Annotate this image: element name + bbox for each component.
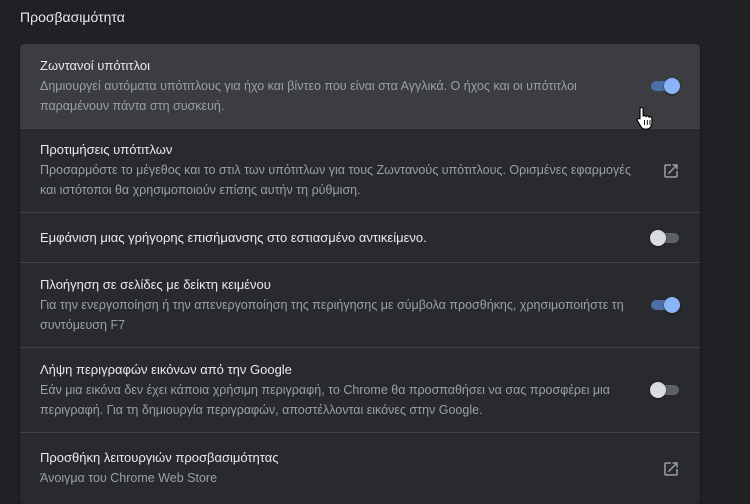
focus-highlight-toggle[interactable] xyxy=(650,229,680,246)
row-image-descriptions[interactable]: Λήψη περιγραφών εικόνων από την Google Ε… xyxy=(20,347,700,432)
toggle-knob xyxy=(664,297,680,313)
toggle-knob xyxy=(650,229,666,246)
live-caption-toggle[interactable] xyxy=(650,78,680,94)
row-title: Προσθήκη λειτουργιών προσβασιμότητας xyxy=(40,450,279,465)
row-focus-highlight[interactable]: Εμφάνιση μιας γρήγορης επισήμανσης στο ε… xyxy=(20,212,700,262)
open-in-new-icon[interactable] xyxy=(662,460,680,478)
accessibility-settings-card: Ζωντανοί υπότιτλοι Δημιουργεί αυτόματα υ… xyxy=(20,44,700,504)
open-in-new-icon[interactable] xyxy=(662,162,680,180)
section-title: Προσβασιμότητα xyxy=(20,9,125,25)
row-caption-preferences[interactable]: Προτιμήσεις υπότιτλων Προσαρμόστε το μέγ… xyxy=(20,128,700,212)
row-text: Εμφάνιση μιας γρήγορης επισήμανσης στο ε… xyxy=(40,229,680,246)
hand-pointer-cursor-icon xyxy=(636,106,654,130)
row-subtitle: Άνοιγμα του Chrome Web Store xyxy=(40,471,218,485)
row-caret-browsing[interactable]: Πλοήγηση σε σελίδες με δείκτη κειμένου Γ… xyxy=(20,262,700,347)
row-title: Πλοήγηση σε σελίδες με δείκτη κειμένου xyxy=(40,276,271,292)
row-text: Πλοήγηση σε σελίδες με δείκτη κειμένου Γ… xyxy=(40,276,680,335)
row-subtitle: Δημιουργεί αυτόματα υπότιτλους για ήχο κ… xyxy=(40,78,577,113)
row-text: Προτιμήσεις υπότιτλων Προσαρμόστε το μέγ… xyxy=(40,141,680,200)
toggle-knob xyxy=(650,382,666,398)
row-subtitle: Εάν μια εικόνα δεν έχει κάποια χρήσιμη π… xyxy=(40,382,611,417)
row-title: Ζωντανοί υπότιτλοι xyxy=(40,57,150,73)
row-subtitle: Για την ενεργοποίηση ή την απενεργοποίησ… xyxy=(40,297,624,332)
row-title: Εμφάνιση μιας γρήγορης επισήμανσης στο ε… xyxy=(40,230,427,245)
row-subtitle: Προσαρμόστε το μέγεθος και το στιλ των υ… xyxy=(40,163,631,197)
toggle-knob xyxy=(664,78,680,94)
row-add-accessibility-features[interactable]: Προσθήκη λειτουργιών προσβασιμότητας Άνο… xyxy=(20,432,700,504)
row-text: Λήψη περιγραφών εικόνων από την Google Ε… xyxy=(40,361,680,420)
image-descriptions-toggle[interactable] xyxy=(650,382,680,398)
row-live-caption[interactable]: Ζωντανοί υπότιτλοι Δημιουργεί αυτόματα υ… xyxy=(20,44,700,128)
row-text: Ζωντανοί υπότιτλοι Δημιουργεί αυτόματα υ… xyxy=(40,57,680,116)
caret-browsing-toggle[interactable] xyxy=(650,297,680,313)
row-title: Λήψη περιγραφών εικόνων από την Google xyxy=(40,361,292,377)
row-title: Προτιμήσεις υπότιτλων xyxy=(40,142,173,157)
row-text: Προσθήκη λειτουργιών προσβασιμότητας Άνο… xyxy=(40,449,680,488)
